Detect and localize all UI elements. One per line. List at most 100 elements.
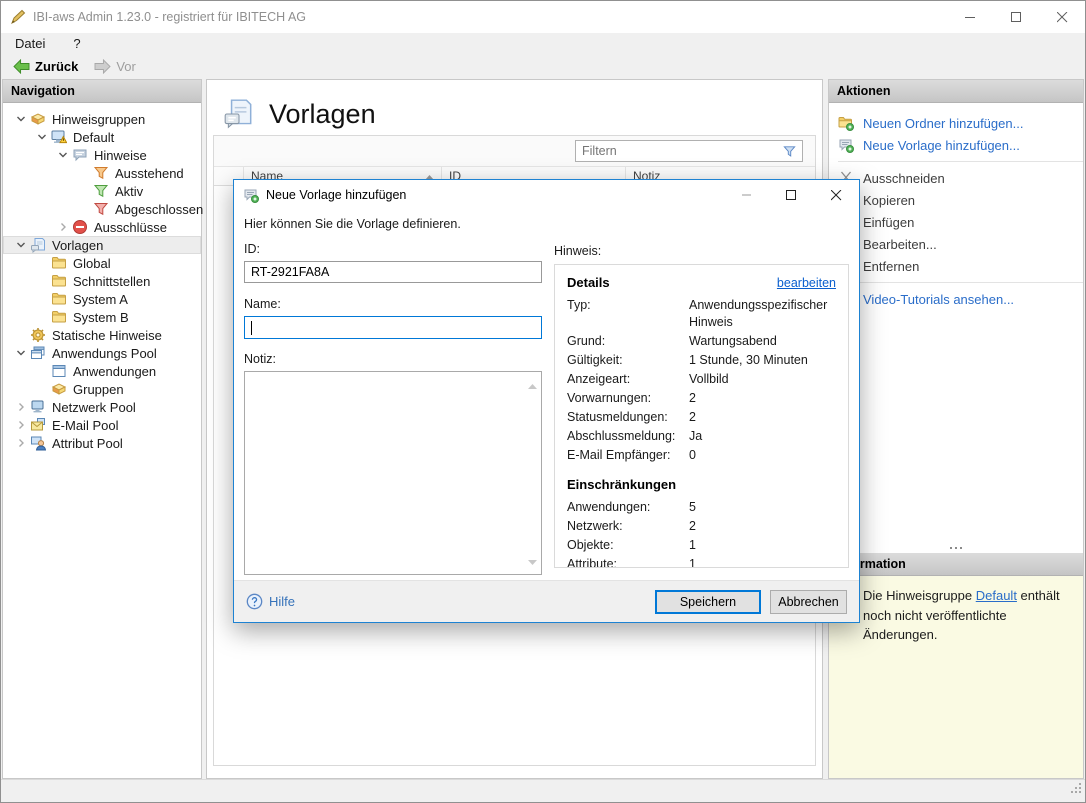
nav-item-label: Default xyxy=(73,130,114,145)
action-video-tutorials-ansehen[interactable]: Video-Tutorials ansehen... xyxy=(829,288,1083,310)
nav-item-statische-hinweise[interactable]: Statische Hinweise xyxy=(3,326,201,344)
nav-item-label: Hinweisgruppen xyxy=(52,112,145,127)
vorlagen-page-icon xyxy=(222,97,256,131)
maximize-button[interactable] xyxy=(993,1,1039,33)
filter-input[interactable] xyxy=(576,142,782,160)
app-window: IBI-aws Admin 1.23.0 - registriert für I… xyxy=(0,0,1086,803)
nav-item-anwendungen[interactable]: Anwendungen xyxy=(3,362,201,380)
actions-list: Neuen Ordner hinzufügen... Neue Vorlage h… xyxy=(829,103,1083,542)
name-input[interactable] xyxy=(244,316,542,339)
panel-splitter[interactable] xyxy=(829,542,1083,553)
nav-item-global[interactable]: Global xyxy=(3,254,201,272)
window-title: IBI-aws Admin 1.23.0 - registriert für I… xyxy=(33,10,306,24)
action-entfernen[interactable]: Entfernen xyxy=(829,255,1083,277)
template-add-icon xyxy=(838,137,856,153)
id-input[interactable] xyxy=(245,262,541,282)
nav-item-vorlagen[interactable]: Vorlagen xyxy=(3,236,201,254)
action-label: Bearbeiten... xyxy=(863,237,937,252)
action-kopieren[interactable]: Kopieren xyxy=(829,189,1083,211)
navigation-tree: Hinweisgruppen DefaultHinweiseAusstehend A… xyxy=(3,103,201,452)
chevron-down-icon[interactable] xyxy=(32,132,51,142)
action-ausschneiden[interactable]: Ausschneiden xyxy=(829,167,1083,189)
nav-item-system-a[interactable]: System A xyxy=(3,290,201,308)
chevron-down-icon[interactable] xyxy=(53,150,72,160)
help-link[interactable]: Hilfe xyxy=(246,593,295,610)
help-link-label: Hilfe xyxy=(269,594,295,609)
windows-icon xyxy=(30,345,47,361)
nav-item-label: Anwendungen xyxy=(73,364,156,379)
nav-item-label: Aktiv xyxy=(115,184,143,199)
action-label: Neue Vorlage hinzufügen... xyxy=(863,138,1020,153)
detail-value: 2 xyxy=(689,409,836,426)
chevron-right-icon[interactable] xyxy=(11,402,30,412)
nav-item-schnittstellen[interactable]: Schnittstellen xyxy=(3,272,201,290)
nav-item-hinweise[interactable]: Hinweise xyxy=(3,146,201,164)
restriction-value: 5 xyxy=(689,499,836,516)
nav-item-ausstehend[interactable]: Ausstehend xyxy=(3,164,201,182)
chevron-right-icon[interactable] xyxy=(11,420,30,430)
action-bearbeiten[interactable]: Bearbeiten... xyxy=(829,233,1083,255)
nav-item-attribut-pool[interactable]: Attribut Pool xyxy=(3,434,201,452)
app-icon xyxy=(10,9,26,25)
nav-item-label: E-Mail Pool xyxy=(52,418,118,433)
action-neuen-ordner-hinzufuegen[interactable]: Neuen Ordner hinzufügen... xyxy=(829,112,1083,134)
template-add-icon xyxy=(243,187,259,203)
detail-label: Abschlussmeldung: xyxy=(567,428,689,445)
actions-separator xyxy=(838,282,1083,283)
scroll-up-icon[interactable] xyxy=(528,376,537,394)
close-button[interactable] xyxy=(1039,1,1085,33)
nav-item-e-mail-pool[interactable]: E-Mail Pool xyxy=(3,416,201,434)
scroll-down-icon[interactable] xyxy=(528,552,537,570)
chevron-right-icon[interactable] xyxy=(11,438,30,448)
nav-item-abgeschlossen[interactable]: Abgeschlossen xyxy=(3,200,201,218)
save-button[interactable]: Speichern xyxy=(655,590,761,614)
forward-button[interactable]: Vor xyxy=(87,57,143,76)
resize-grip[interactable] xyxy=(1071,781,1082,799)
minimize-button[interactable] xyxy=(947,1,993,33)
restriction-label: Netzwerk: xyxy=(567,518,689,535)
menu-item-datei[interactable]: Datei xyxy=(11,35,49,52)
email-icon xyxy=(30,417,47,433)
nav-item-aktiv[interactable]: Aktiv xyxy=(3,182,201,200)
chevron-down-icon[interactable] xyxy=(11,114,30,124)
note-textarea[interactable] xyxy=(244,371,542,575)
dialog-maximize-button[interactable] xyxy=(769,180,814,210)
dialog-close-button[interactable] xyxy=(814,180,859,210)
action-label: Neuen Ordner hinzufügen... xyxy=(863,116,1023,131)
back-button[interactable]: Zurück xyxy=(6,57,85,76)
chevron-down-icon[interactable] xyxy=(11,348,30,358)
actions-separator xyxy=(838,161,1083,162)
nav-item-ausschluesse[interactable]: Ausschlüsse xyxy=(3,218,201,236)
main-toolbar: Zurück Vor xyxy=(1,54,1085,79)
chevron-right-icon[interactable] xyxy=(53,222,72,232)
action-neue-vorlage-hinzufuegen[interactable]: Neue Vorlage hinzufügen... xyxy=(829,134,1083,156)
folder-icon xyxy=(51,255,68,271)
detail-value: Vollbild xyxy=(689,371,836,388)
nav-item-netzwerk-pool[interactable]: Netzwerk Pool xyxy=(3,398,201,416)
edit-hinweis-link[interactable]: bearbeiten xyxy=(777,276,836,290)
cancel-button[interactable]: Abbrechen xyxy=(770,590,847,614)
funnel-red-icon xyxy=(93,201,110,217)
info-default-link[interactable]: Default xyxy=(976,588,1017,603)
dialog-title: Neue Vorlage hinzufügen xyxy=(266,188,406,202)
detail-value: 1 Stunde, 30 Minuten xyxy=(689,352,836,369)
detail-label: Statusmeldungen: xyxy=(567,409,689,426)
chevron-down-icon[interactable] xyxy=(11,240,30,250)
nav-item-gruppen[interactable]: Gruppen xyxy=(3,380,201,398)
action-einfuegen[interactable]: Einfügen xyxy=(829,211,1083,233)
actions-panel: Aktionen Neuen Ordner hinzufügen...Neue … xyxy=(828,79,1084,779)
nav-item-anwendungs-pool[interactable]: Anwendungs Pool xyxy=(3,344,201,362)
details-rows: Typ:Anwendungsspezifischer HinweisGrund:… xyxy=(567,297,836,464)
menu-item-[interactable]: ? xyxy=(69,35,84,52)
filter-funnel-icon[interactable] xyxy=(782,144,797,159)
information-body: Die Hinweisgruppe Default enthält noch n… xyxy=(829,576,1083,778)
nav-item-hinweisgruppen[interactable]: Hinweisgruppen xyxy=(3,110,201,128)
detail-label: Grund: xyxy=(567,333,689,350)
action-label: Kopieren xyxy=(863,193,915,208)
dialog-minimize-button[interactable] xyxy=(724,180,769,210)
folder-icon xyxy=(51,273,68,289)
nav-item-default[interactable]: Default xyxy=(3,128,201,146)
id-field-wrap xyxy=(244,261,542,283)
nav-item-system-b[interactable]: System B xyxy=(3,308,201,326)
folder-add-icon xyxy=(838,115,856,131)
